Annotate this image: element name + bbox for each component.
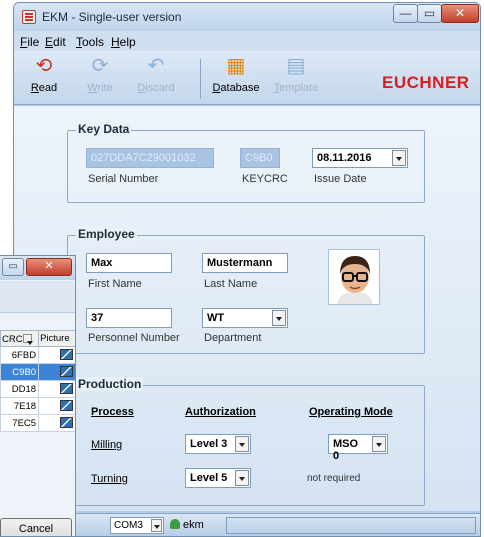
issue-date-picker[interactable]: 08.11.2016 [312,148,408,168]
authorization-select-turning[interactable]: Level 5 [185,468,251,488]
operating-mode-header: Operating Mode [309,406,393,418]
main-window: EKM - Single-user version — ▭ ✕ File Edi… [13,2,481,537]
status-bar: COM3 ekm [14,513,480,536]
key-table: CRC Picture 6FBD C9B0 DD18 7E18 7EC5 [0,330,75,432]
department-select[interactable]: WT [202,308,288,328]
picture-thumbnail-icon [60,366,73,378]
write-icon: ⟳ [91,55,109,77]
chevron-down-icon[interactable] [22,333,33,345]
com-port-select[interactable]: COM3 [110,517,164,534]
department-label: Department [204,332,262,344]
chevron-down-icon[interactable] [151,519,162,532]
process-link-milling[interactable]: Milling [91,439,122,451]
crc-cell: DD18 [0,380,40,398]
user-icon [170,519,180,529]
picture-thumbnail-icon [60,400,73,412]
database-button[interactable]: ▦ Database [208,55,264,94]
chevron-down-icon[interactable] [372,436,386,452]
employee-photo-icon [328,249,380,305]
employee-title: Employee [76,227,137,241]
table-row[interactable]: C9B0 [0,363,75,381]
euchner-logo: EUCHNER [382,73,470,92]
write-button[interactable]: ⟳ Write [72,55,128,94]
table-row[interactable]: 7E18 [0,397,75,415]
key-data-group: Key Data 027DDA7C29001032 Serial Number … [67,122,425,203]
first-name-field[interactable]: Max [86,253,172,273]
personnel-number-field[interactable]: 37 [86,308,172,328]
crc-cell: 7EC5 [0,414,40,432]
main-content: Key Data 027DDA7C29001032 Serial Number … [14,106,480,511]
crc-cell: C9B0 [0,363,40,381]
read-icon: ⟲ [35,55,53,77]
menu-file[interactable]: File [20,35,39,49]
maximize-button[interactable]: ▭ [417,4,442,23]
table-row[interactable]: 7EC5 [0,414,75,432]
menu-edit[interactable]: Edit [45,35,66,49]
last-name-field[interactable]: Mustermann [202,253,288,273]
menu-bar: File Edit Tools Help [14,31,480,51]
operating-mode-turning: not required [307,473,361,484]
authorization-select-milling[interactable]: Level 3 [185,434,251,454]
close-button[interactable]: ✕ [441,4,479,23]
table-row[interactable]: DD18 [0,380,75,398]
cancel-button[interactable]: Cancel [0,518,72,536]
toolbar-separator [200,59,201,99]
key-data-title: Key Data [76,122,132,136]
dialog-titlebar: ▭ ✕ [0,256,75,280]
status-panel [226,517,476,534]
chevron-down-icon[interactable] [272,310,286,326]
chevron-down-icon[interactable] [392,150,406,166]
serial-number-field: 027DDA7C29001032 [86,148,214,168]
picture-thumbnail-icon [60,383,73,395]
window-title: EKM - Single-user version [42,10,182,24]
template-icon: ▤ [286,55,306,77]
picture-thumbnail-icon [60,417,73,429]
dialog-maximize-button[interactable]: ▭ [2,258,24,276]
chevron-down-icon[interactable] [235,436,249,452]
toolbar: ⟲ Read ⟳ Write ↶ Discard ▦ Database ▤ Te… [14,51,480,105]
user-indicator: ekm [170,519,204,531]
table-row[interactable]: 6FBD [0,346,75,364]
first-name-label: First Name [88,278,142,290]
menu-help[interactable]: Help [111,35,136,49]
authorization-header: Authorization [185,406,256,418]
titlebar: EKM - Single-user version — ▭ ✕ [14,3,480,31]
column-header-picture[interactable]: Picture [38,330,75,347]
discard-button[interactable]: ↶ Discard [128,55,184,94]
crc-cell: 6FBD [0,346,40,364]
column-header-crc[interactable]: CRC [0,330,40,347]
keycrc-field: C9B0 [240,148,280,168]
template-button[interactable]: ▤ Template [268,55,324,94]
keycrc-label: KEYCRC [242,173,288,185]
operating-mode-select-milling[interactable]: MSO 0 [328,434,388,462]
dialog-close-button[interactable]: ✕ [26,258,72,276]
picture-thumbnail-icon [60,349,73,361]
production-group: Production Process Authorization Operati… [67,377,425,506]
minimize-button[interactable]: — [393,4,418,23]
issue-date-label: Issue Date [314,173,367,185]
serial-number-label: Serial Number [88,173,159,185]
dialog-header-strip [0,281,75,313]
app-icon [22,10,36,24]
database-dialog: ▭ ✕ CRC Picture 6FBD C9B0 DD18 7E18 7EC5… [0,255,76,537]
crc-cell: 7E18 [0,397,40,415]
chevron-down-icon[interactable] [235,470,249,486]
last-name-label: Last Name [204,278,258,290]
read-button[interactable]: ⟲ Read [16,55,72,94]
process-header: Process [91,406,134,418]
personnel-number-label: Personnel Number [88,332,180,344]
process-link-turning[interactable]: Turning [91,473,128,485]
menu-tools[interactable]: Tools [76,35,104,49]
production-title: Production [76,377,144,391]
discard-icon: ↶ [147,55,165,77]
database-icon: ▦ [226,55,246,77]
